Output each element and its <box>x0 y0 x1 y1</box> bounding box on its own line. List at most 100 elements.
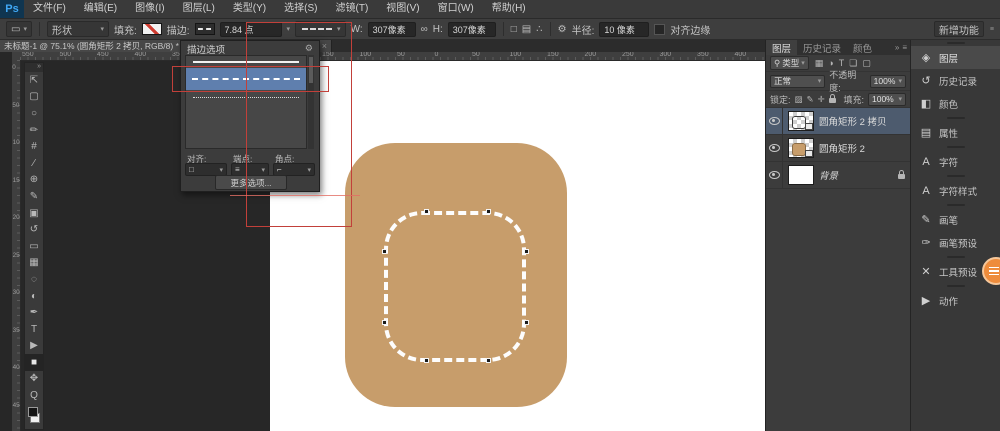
stroke-swatch[interactable] <box>195 23 215 35</box>
layer-thumbnail[interactable] <box>788 165 814 185</box>
dock-actions[interactable]: ▶动作 <box>911 289 1000 312</box>
toolbar-collapse-icon[interactable]: » <box>25 63 43 72</box>
opacity-select[interactable]: 100%▾ <box>870 75 906 88</box>
menu-item[interactable]: 图层(L) <box>174 0 224 18</box>
fill-select[interactable]: 100%▾ <box>868 93 906 106</box>
stroke-width-chevron-icon[interactable]: ▾ <box>287 25 291 33</box>
clone-stamp-tool[interactable]: ▣ <box>25 205 43 222</box>
path-selection-tool[interactable]: ▶ <box>25 338 43 355</box>
dock-properties[interactable]: ▤属性 <box>911 121 1000 144</box>
history-brush-tool[interactable]: ↺ <box>25 221 43 238</box>
filter-shape-icon[interactable]: ❏ <box>849 58 857 69</box>
menu-item[interactable]: 滤镜(T) <box>327 0 378 18</box>
shape-width-field[interactable]: 307像素 <box>368 22 416 37</box>
brush-tool[interactable]: ✎ <box>25 188 43 205</box>
path-arrangement-icon[interactable]: ∴ <box>536 24 542 35</box>
filter-adjustment-icon[interactable]: ◑ <box>828 58 833 69</box>
vertical-ruler[interactable]: 050100150200250300350400450 <box>12 60 21 431</box>
anchor-point[interactable] <box>382 249 387 254</box>
type-tool[interactable]: T <box>25 321 43 338</box>
anchor-point[interactable] <box>424 209 429 214</box>
marquee-tool[interactable]: ▢ <box>25 89 43 106</box>
tab-图层[interactable]: 图层 <box>766 40 797 55</box>
filter-type-select[interactable]: ⚲ 类型 ▾ <box>770 56 809 70</box>
dashed-stroke-path[interactable] <box>384 211 526 362</box>
radius-field[interactable]: 10 像素 <box>599 22 649 37</box>
hand-tool[interactable]: ✥ <box>25 371 43 388</box>
collapse-icon[interactable]: » <box>895 43 899 52</box>
stroke-type-select[interactable]: ▾ <box>295 21 346 37</box>
foreground-color-swatch[interactable] <box>28 407 38 417</box>
tool-preset-picker[interactable]: ▭ ▾ <box>6 21 32 37</box>
horizontal-ruler[interactable]: 5505004504003503002502001501005005010015… <box>20 52 765 61</box>
gear-icon[interactable]: ⚙ <box>558 24 567 35</box>
lock-paint-icon[interactable]: ✎ <box>807 94 814 105</box>
lasso-tool[interactable]: ○ <box>25 105 43 122</box>
stroke-style-solid[interactable] <box>186 56 306 68</box>
anchor-point[interactable] <box>524 320 529 325</box>
stroke-width-field[interactable]: 7.84 点 <box>220 22 282 37</box>
workspace-switcher[interactable]: 新增功能 <box>934 21 984 37</box>
lock-transparency-icon[interactable]: ▨ <box>795 94 803 105</box>
filter-type-icon[interactable]: T <box>839 58 845 69</box>
filter-pixel-icon[interactable]: ▦ <box>815 58 824 69</box>
stroke-style-dashed[interactable] <box>186 68 306 90</box>
more-options-button[interactable]: 更多选项... <box>215 175 287 190</box>
gear-icon[interactable]: ⚙ <box>305 43 313 54</box>
path-operations-icon[interactable]: □ <box>511 24 517 35</box>
dock-character[interactable]: A字符 <box>911 150 1000 173</box>
menu-item[interactable]: 文件(F) <box>24 0 75 18</box>
shape-height-field[interactable]: 307像素 <box>448 22 496 37</box>
menu-item[interactable]: 帮助(H) <box>483 0 535 18</box>
layer-row[interactable]: 圆角矩形 2 <box>766 135 910 162</box>
menu-item[interactable]: 类型(Y) <box>224 0 275 18</box>
blend-mode-select[interactable]: 正常▾ <box>770 75 825 88</box>
fill-swatch[interactable] <box>142 23 162 35</box>
menu-item[interactable]: 图像(I) <box>126 0 173 18</box>
menu-item[interactable]: 选择(S) <box>275 0 326 18</box>
layer-thumbnail[interactable] <box>788 138 814 158</box>
stroke-style-dotted[interactable] <box>186 90 306 106</box>
close-icon[interactable]: × <box>322 41 327 51</box>
tab-颜色[interactable]: 颜色 <box>847 40 878 55</box>
link-dimensions-icon[interactable]: ∞ <box>421 24 428 35</box>
dock-history[interactable]: ↺历史记录 <box>911 69 1000 92</box>
dock-character-styles[interactable]: A字符样式 <box>911 179 1000 202</box>
align-edges-checkbox[interactable] <box>654 24 665 35</box>
visibility-toggle[interactable] <box>766 162 783 188</box>
menu-item[interactable]: 视图(V) <box>377 0 428 18</box>
crop-tool[interactable]: # <box>25 138 43 155</box>
dock-brush[interactable]: ✎画笔 <box>911 208 1000 231</box>
dodge-tool[interactable]: ◐ <box>25 288 43 305</box>
blur-tool[interactable]: ◌ <box>25 271 43 288</box>
rectangle-tool[interactable]: ■ <box>25 354 43 371</box>
eyedropper-tool[interactable]: ∕ <box>25 155 43 172</box>
path-alignment-icon[interactable]: ▤ <box>522 24 531 35</box>
dock-brush-presets[interactable]: ✑画笔预设 <box>911 231 1000 254</box>
dock-layers[interactable]: ◈图层 <box>911 46 1000 69</box>
anchor-point[interactable] <box>486 209 491 214</box>
panel-menu-icon[interactable]: ≡ <box>902 43 907 52</box>
layer-row[interactable]: 背景 <box>766 162 910 189</box>
lock-all-icon[interactable] <box>829 98 836 103</box>
gradient-tool[interactable]: ▦ <box>25 255 43 272</box>
dock-color[interactable]: ◧颜色 <box>911 92 1000 115</box>
zoom-tool[interactable]: Q <box>25 387 43 404</box>
anchor-point[interactable] <box>486 358 491 363</box>
filter-smart-object-icon[interactable]: ▢ <box>862 58 871 69</box>
move-tool[interactable]: ⇱ <box>25 72 43 89</box>
healing-brush-tool[interactable]: ⊕ <box>25 172 43 189</box>
color-swatches[interactable] <box>25 404 43 426</box>
visibility-toggle[interactable] <box>766 135 783 161</box>
menu-item[interactable]: 编辑(E) <box>75 0 126 18</box>
visibility-toggle[interactable] <box>766 108 783 134</box>
scrollbar[interactable] <box>308 55 314 149</box>
lock-move-icon[interactable]: ✛ <box>818 94 825 105</box>
layer-thumbnail[interactable] <box>788 111 814 131</box>
menu-item[interactable]: 窗口(W) <box>429 0 483 18</box>
pen-tool[interactable]: ✒ <box>25 304 43 321</box>
layer-row[interactable]: 圆角矩形 2 拷贝 <box>766 108 910 135</box>
quick-selection-tool[interactable]: ✏ <box>25 122 43 139</box>
eraser-tool[interactable]: ▭ <box>25 238 43 255</box>
anchor-point[interactable] <box>524 249 529 254</box>
